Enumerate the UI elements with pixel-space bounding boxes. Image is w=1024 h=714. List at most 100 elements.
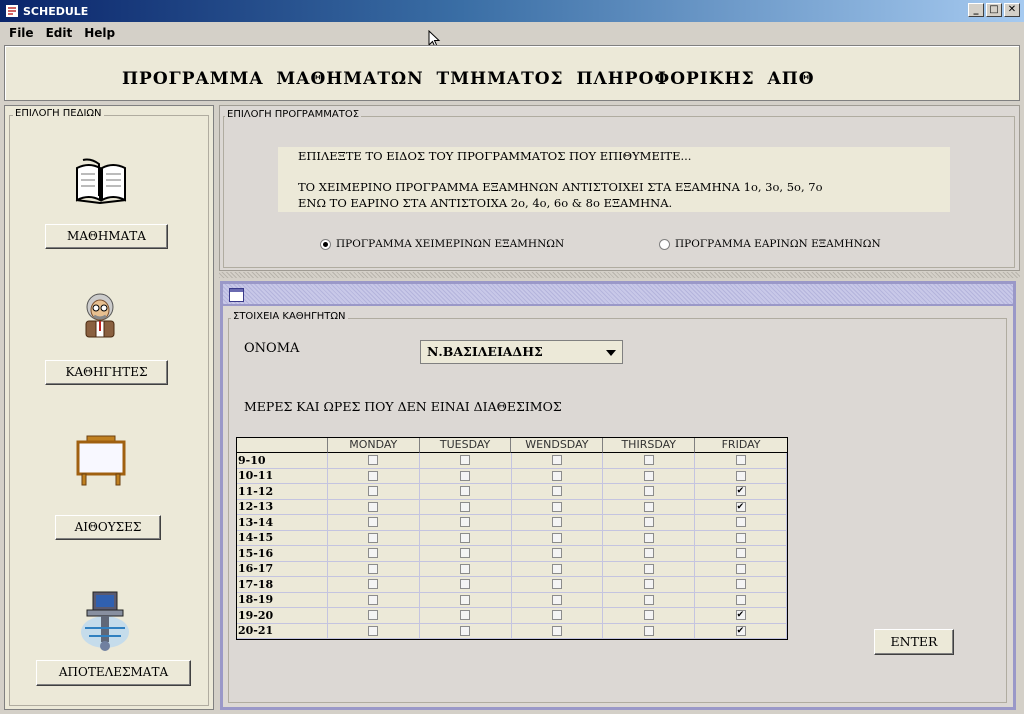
availability-checkbox[interactable] (551, 501, 562, 512)
availability-checkbox[interactable] (643, 501, 654, 512)
availability-cell (603, 592, 696, 607)
panel-splitter[interactable] (219, 272, 1020, 278)
menu-help[interactable]: Help (78, 26, 121, 40)
availability-cell (512, 499, 604, 514)
availability-checkbox[interactable] (551, 548, 562, 559)
sidebar-item-rooms[interactable]: ΑΙΘΟΥΣΕΣ (55, 515, 161, 540)
menu-file[interactable]: File (0, 26, 40, 40)
availability-checkbox[interactable] (460, 548, 471, 559)
availability-checkbox[interactable] (460, 610, 471, 621)
availability-checkbox[interactable] (735, 455, 746, 466)
availability-checkbox[interactable] (368, 548, 379, 559)
availability-cell (695, 484, 787, 499)
availability-checkbox[interactable] (643, 579, 654, 590)
availability-checkbox[interactable] (643, 470, 654, 481)
availability-checkbox[interactable] (643, 548, 654, 559)
availability-checkbox[interactable] (368, 625, 379, 636)
availability-checkbox[interactable] (368, 563, 379, 574)
availability-checkbox[interactable] (368, 594, 379, 605)
availability-checkbox[interactable] (735, 610, 746, 621)
program-legend: ΕΠΙΛΟΓΗ ΠΡΟΓΡΑΜΜΑΤΟΣ (225, 109, 362, 120)
availability-cell (328, 499, 420, 514)
menu-edit[interactable]: Edit (40, 26, 79, 40)
availability-checkbox[interactable] (460, 455, 471, 466)
professor-name-select[interactable]: Ν.ΒΑΣΙΛΕΙΑΔΗΣ (420, 340, 623, 364)
availability-checkbox[interactable] (460, 501, 471, 512)
availability-cell (328, 468, 420, 483)
availability-checkbox[interactable] (368, 470, 379, 481)
availability-checkbox[interactable] (735, 501, 746, 512)
availability-checkbox[interactable] (643, 563, 654, 574)
maximize-button[interactable]: □ (986, 3, 1002, 17)
availability-cell (328, 515, 420, 530)
time-slot-label: 9-10 (237, 453, 328, 468)
availability-checkbox[interactable] (551, 455, 562, 466)
time-slot-label: 13-14 (237, 515, 328, 530)
enter-button[interactable]: ENTER (874, 629, 954, 655)
availability-checkbox[interactable] (460, 625, 471, 636)
availability-checkbox[interactable] (735, 594, 746, 605)
availability-checkbox[interactable] (551, 563, 562, 574)
availability-checkbox[interactable] (735, 548, 746, 559)
professor-icon (85, 293, 115, 338)
radio-spring-indicator[interactable] (659, 238, 670, 250)
radio-winter-indicator[interactable] (320, 238, 331, 250)
chevron-down-icon[interactable] (606, 350, 616, 356)
availability-checkbox[interactable] (551, 486, 562, 497)
availability-cell (328, 623, 420, 638)
availability-cell (512, 608, 604, 623)
availability-cell (603, 453, 696, 468)
availability-cell (328, 453, 420, 468)
availability-checkbox[interactable] (643, 610, 654, 621)
availability-checkbox[interactable] (735, 517, 746, 528)
availability-checkbox[interactable] (460, 517, 471, 528)
availability-checkbox[interactable] (551, 594, 562, 605)
availability-checkbox[interactable] (735, 532, 746, 543)
java-app-icon[interactable] (4, 3, 20, 19)
sidebar-item-lessons[interactable]: ΜΑΘΗΜΑΤΑ (45, 224, 168, 249)
window-title: SCHEDULE (23, 4, 89, 18)
availability-table: MONDAY TUESDAY WENDSDAY THIRSDAY FRIDAY … (236, 437, 788, 640)
availability-checkbox[interactable] (460, 532, 471, 543)
availability-checkbox[interactable] (735, 625, 746, 636)
availability-checkbox[interactable] (368, 517, 379, 528)
availability-checkbox[interactable] (551, 625, 562, 636)
minimize-button[interactable]: _ (968, 3, 984, 17)
availability-checkbox[interactable] (460, 579, 471, 590)
availability-checkbox[interactable] (460, 486, 471, 497)
availability-checkbox[interactable] (643, 455, 654, 466)
availability-cell (603, 546, 696, 561)
table-row: 13-14 (237, 515, 787, 531)
radio-winter-program[interactable]: ΠΡΟΓΡΑΜΜΑ ΧΕΙΜΕΡΙΝΩΝ ΕΞΑΜΗΝΩΝ (320, 238, 564, 250)
availability-checkbox[interactable] (643, 517, 654, 528)
availability-checkbox[interactable] (551, 532, 562, 543)
availability-checkbox[interactable] (735, 563, 746, 574)
availability-checkbox[interactable] (643, 532, 654, 543)
availability-checkbox[interactable] (551, 610, 562, 621)
availability-checkbox[interactable] (643, 625, 654, 636)
availability-checkbox[interactable] (368, 532, 379, 543)
availability-checkbox[interactable] (460, 594, 471, 605)
sidebar-item-results[interactable]: ΑΠΟΤΕΛΕΣΜΑΤΑ (36, 660, 191, 686)
availability-checkbox[interactable] (735, 470, 746, 481)
availability-checkbox[interactable] (368, 455, 379, 466)
availability-checkbox[interactable] (368, 610, 379, 621)
radio-spring-program[interactable]: ΠΡΟΓΡΑΜΜΑ ΕΑΡΙΝΩΝ ΕΞΑΜΗΝΩΝ (659, 238, 881, 250)
availability-checkbox[interactable] (735, 579, 746, 590)
availability-checkbox[interactable] (735, 486, 746, 497)
availability-cell (512, 592, 604, 607)
availability-checkbox[interactable] (460, 470, 471, 481)
availability-checkbox[interactable] (551, 517, 562, 528)
availability-checkbox[interactable] (643, 594, 654, 605)
availability-checkbox[interactable] (460, 563, 471, 574)
internal-frame-titlebar[interactable] (223, 284, 1013, 306)
availability-checkbox[interactable] (643, 486, 654, 497)
availability-checkbox[interactable] (368, 579, 379, 590)
close-button[interactable]: ✕ (1004, 3, 1020, 17)
sidebar-item-professors[interactable]: ΚΑΘΗΓΗΤΕΣ (45, 360, 168, 385)
availability-checkbox[interactable] (368, 501, 379, 512)
availability-cell (603, 515, 696, 530)
availability-checkbox[interactable] (551, 470, 562, 481)
availability-checkbox[interactable] (551, 579, 562, 590)
availability-checkbox[interactable] (368, 486, 379, 497)
